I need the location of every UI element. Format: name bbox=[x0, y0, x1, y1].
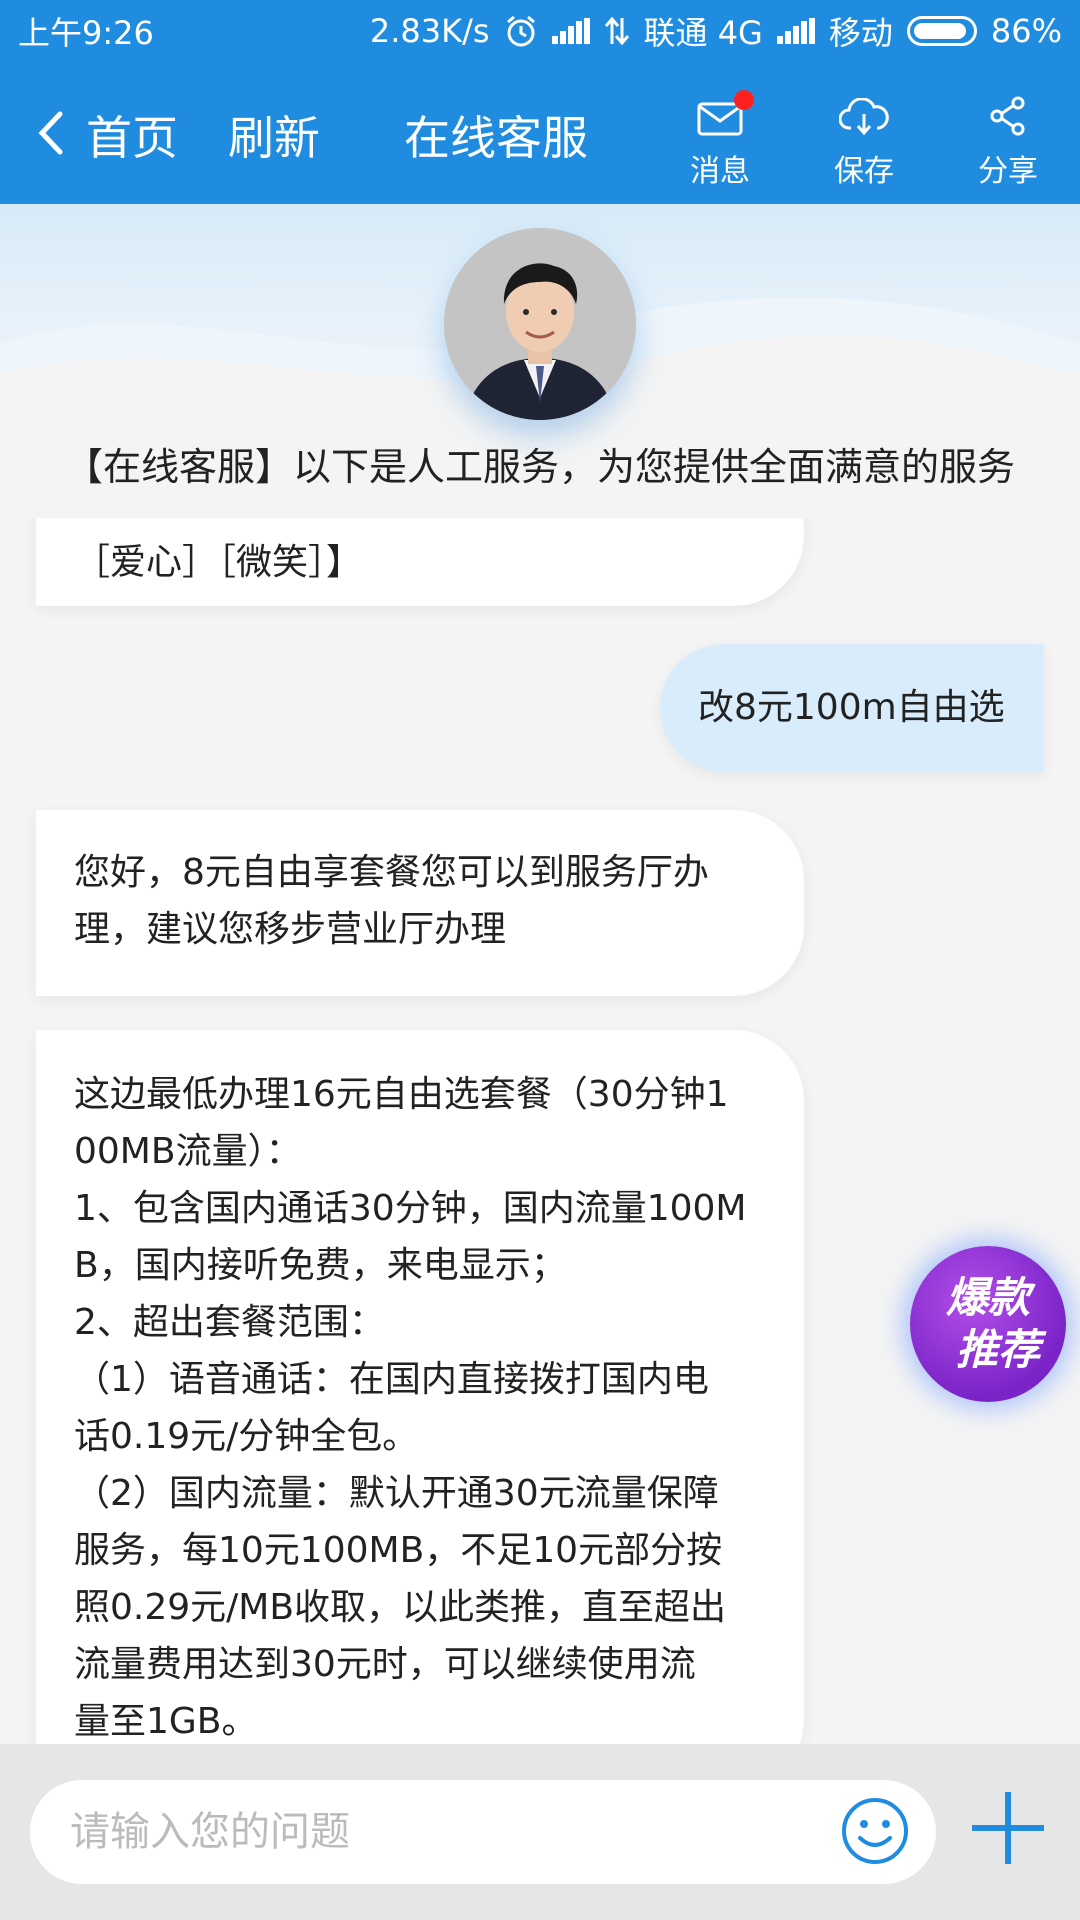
message-line: 2、超出套餐范围： bbox=[74, 1302, 385, 1343]
input-bar bbox=[0, 1744, 1080, 1920]
status-time: 上午9:26 bbox=[18, 14, 154, 52]
share-label: 分享 bbox=[978, 154, 1038, 189]
hot-recommend-button[interactable]: 爆款 推荐 bbox=[910, 1246, 1066, 1402]
chat-list[interactable]: ［爱心］［微笑］】 改8元100m自由选 您好，8元自由享套餐您可以到服务厅办 … bbox=[0, 518, 1080, 1744]
chat-message-agent: 这边最低办理16元自由选套餐（30分钟1 00MB流量）： 1、包含国内通话30… bbox=[36, 1030, 804, 1744]
chat-message-agent: ［爱心］［微笑］】 bbox=[36, 518, 804, 606]
message-line: 服务，每10元100MB，不足10元部分按 bbox=[74, 1530, 723, 1571]
message-line: （2）国内流量：默认开通30元流量保障 bbox=[74, 1473, 719, 1514]
message-line: 照0.29元/MB收取，以此类推，直至超出 bbox=[74, 1587, 727, 1628]
signal-icon bbox=[551, 18, 590, 44]
back-icon[interactable] bbox=[30, 108, 70, 158]
cloud-download-icon bbox=[839, 98, 889, 136]
message-line: 这边最低办理16元自由选套餐（30分钟1 bbox=[74, 1074, 729, 1115]
share-button[interactable]: 分享 bbox=[948, 80, 1068, 190]
message-line: B，国内接听免费，来电显示； bbox=[74, 1245, 567, 1286]
share-icon bbox=[990, 96, 1025, 136]
message-button[interactable]: 消息 bbox=[660, 80, 780, 190]
signal-icon-2 bbox=[776, 18, 815, 44]
refresh-link[interactable]: 刷新 bbox=[228, 102, 320, 168]
message-label: 消息 bbox=[690, 154, 750, 189]
message-line: 改8元100m自由选 bbox=[698, 687, 1005, 728]
page-title: 在线客服 bbox=[404, 111, 588, 165]
data-transfer-icon bbox=[604, 16, 629, 46]
message-line: 00MB流量）： bbox=[74, 1131, 302, 1172]
emoji-icon[interactable] bbox=[840, 1796, 910, 1866]
message-line: 流量费用达到30元时，可以继续使用流 bbox=[74, 1644, 696, 1685]
agent-portrait bbox=[444, 228, 636, 420]
top-bar: 上午9:26 2.83K/s 联通 4G 移动 86% 首页 刷新 在线客服 消… bbox=[0, 0, 1080, 204]
message-line: 理，建议您移步营业厅办理 bbox=[74, 909, 507, 950]
service-notice: 【在线客服】以下是人工服务，为您提供全面满意的服务 bbox=[64, 445, 1015, 489]
nav-bar: 首页 刷新 在线客服 消息 保存 分享 bbox=[0, 62, 1080, 204]
battery-level: 86% bbox=[990, 12, 1062, 50]
message-line: （1）语音通话：在国内直接拨打国内电 bbox=[74, 1359, 709, 1400]
message-line: 量至1GB。 bbox=[74, 1701, 258, 1742]
carrier-2: 移动 bbox=[828, 14, 893, 52]
save-label: 保存 bbox=[834, 154, 894, 189]
plus-icon[interactable] bbox=[968, 1788, 1048, 1868]
message-line: 您好，8元自由享套餐您可以到服务厅办 bbox=[74, 852, 709, 893]
status-bar: 上午9:26 2.83K/s 联通 4G 移动 86% bbox=[0, 0, 1080, 62]
question-input[interactable] bbox=[30, 1780, 936, 1884]
message-line: 1、包含国内通话30分钟，国内流量100M bbox=[74, 1188, 747, 1229]
message-line: 话0.19元/分钟全包。 bbox=[74, 1416, 419, 1457]
hot-recommend-line2: 推荐 bbox=[955, 1325, 1040, 1374]
chat-message-user: 改8元100m自由选 bbox=[660, 644, 1044, 772]
alarm-icon bbox=[506, 15, 535, 47]
message-line: ［爱心］［微笑］】 bbox=[74, 542, 363, 583]
hot-recommend-line1: 爆款 bbox=[945, 1273, 1030, 1322]
agent-avatar bbox=[444, 228, 636, 420]
save-button[interactable]: 保存 bbox=[804, 80, 924, 190]
carrier-1: 联通 4G bbox=[643, 14, 763, 52]
chat-message-agent: 您好，8元自由享套餐您可以到服务厅办 理，建议您移步营业厅办理 bbox=[36, 810, 804, 996]
status-net-speed: 2.83K/s bbox=[369, 12, 490, 50]
unread-badge bbox=[734, 90, 754, 110]
battery-icon bbox=[906, 16, 977, 46]
home-link[interactable]: 首页 bbox=[86, 102, 178, 168]
